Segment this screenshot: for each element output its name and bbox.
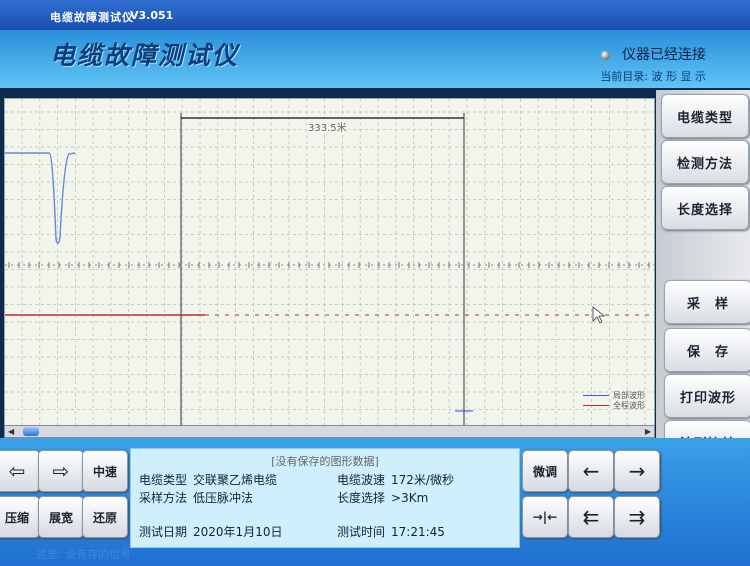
arrow-left-icon: ← bbox=[582, 459, 600, 483]
mouse-pointer-icon bbox=[592, 306, 606, 324]
shift-left-button[interactable]: ⇇ bbox=[568, 496, 614, 538]
cable-type-button[interactable]: 电缆类型 bbox=[661, 94, 749, 138]
speed-button[interactable]: 中速 bbox=[82, 450, 128, 492]
app-header: 电缆故障测试仪 仪器已经连接 当前目录: 波 形 显 示 bbox=[0, 30, 750, 88]
current-directory: 当前目录: 波 形 显 示 bbox=[600, 68, 706, 84]
restore-button[interactable]: 还原 bbox=[82, 496, 128, 538]
detect-method-button[interactable]: 检测方法 bbox=[661, 140, 749, 184]
length-select-button[interactable]: 长度选择 bbox=[661, 186, 749, 230]
sample-button[interactable]: 采 样 bbox=[664, 280, 750, 324]
length-info: 长度选择 >3Km bbox=[337, 491, 429, 505]
arrow-right-icon: ⇨ bbox=[52, 459, 70, 483]
status-dot-icon bbox=[601, 50, 610, 60]
version-label: V3.051 bbox=[130, 9, 174, 22]
footer-hint: 这里: 没有存的信号 bbox=[36, 548, 132, 561]
arrow-right-icon: → bbox=[628, 459, 646, 483]
fine-tune-button[interactable]: 微调 bbox=[522, 450, 568, 492]
connection-status: 仪器已经连接 bbox=[601, 44, 706, 64]
legend-line-icon bbox=[583, 395, 609, 396]
dir-value: 波 形 显 示 bbox=[651, 70, 707, 83]
cursor-jump-button[interactable]: →|← bbox=[522, 496, 568, 538]
waveform-legend: 局部波形 全程波形 bbox=[583, 391, 645, 411]
window-title: 电缆故障测试仪 bbox=[50, 11, 134, 24]
no-saved-data-notice: [没有保存的图形数据] bbox=[271, 455, 379, 468]
save-button[interactable]: 保 存 bbox=[664, 328, 750, 372]
shift-right-button[interactable]: ⇉ bbox=[614, 496, 660, 538]
cursor-right-button[interactable]: → bbox=[614, 450, 660, 492]
arrow-left-icon: ⇦ bbox=[8, 459, 26, 483]
move-right-button[interactable]: ⇨ bbox=[38, 450, 84, 492]
dir-label: 当前目录: bbox=[600, 70, 648, 83]
compress-button[interactable]: 压缩 bbox=[0, 496, 40, 538]
legend-item-local: 局部波形 bbox=[583, 391, 645, 401]
status-text: 仪器已经连接 bbox=[622, 47, 706, 63]
waveform-canvas[interactable] bbox=[5, 99, 654, 425]
plot-scrollbar[interactable]: ◀ ▶ bbox=[4, 425, 655, 438]
double-arrow-right-icon: ⇉ bbox=[628, 505, 646, 529]
legend-line-icon bbox=[583, 405, 609, 406]
method-info: 采样方法 低压脉冲法 bbox=[139, 491, 254, 505]
title-bar: 电缆故障测试仪 V3.051 bbox=[0, 0, 750, 30]
scroll-left-icon[interactable]: ◀ bbox=[8, 426, 14, 437]
legend-item-full: 全程波形 bbox=[583, 401, 645, 411]
cursor-left-button[interactable]: ← bbox=[568, 450, 614, 492]
test-time-info: 测试时间 17:21:45 bbox=[337, 525, 445, 539]
scroll-thumb[interactable] bbox=[23, 427, 39, 436]
expand-button[interactable]: 展宽 bbox=[38, 496, 84, 538]
distance-label: 333.5米 bbox=[307, 119, 348, 134]
test-info-panel: [没有保存的图形数据] 电缆类型 交联聚乙烯电缆 电缆波速 172米/微秒 采样方法… bbox=[130, 448, 520, 548]
scroll-right-icon[interactable]: ▶ bbox=[645, 426, 651, 437]
brand-title: 电缆故障测试仪 bbox=[50, 41, 240, 70]
double-arrow-left-icon: ⇇ bbox=[582, 505, 600, 529]
move-left-button[interactable]: ⇦ bbox=[0, 450, 40, 492]
print-waveform-button[interactable]: 打印波形 bbox=[664, 374, 750, 418]
test-date-info: 测试日期 2020年1月10日 bbox=[139, 525, 283, 539]
cable-type-info: 电缆类型 交联聚乙烯电缆 bbox=[139, 473, 278, 487]
waveform-plot[interactable]: 333.5米 局部波形 全程波形 bbox=[4, 98, 655, 426]
velocity-info: 电缆波速 172米/微秒 bbox=[337, 473, 454, 487]
